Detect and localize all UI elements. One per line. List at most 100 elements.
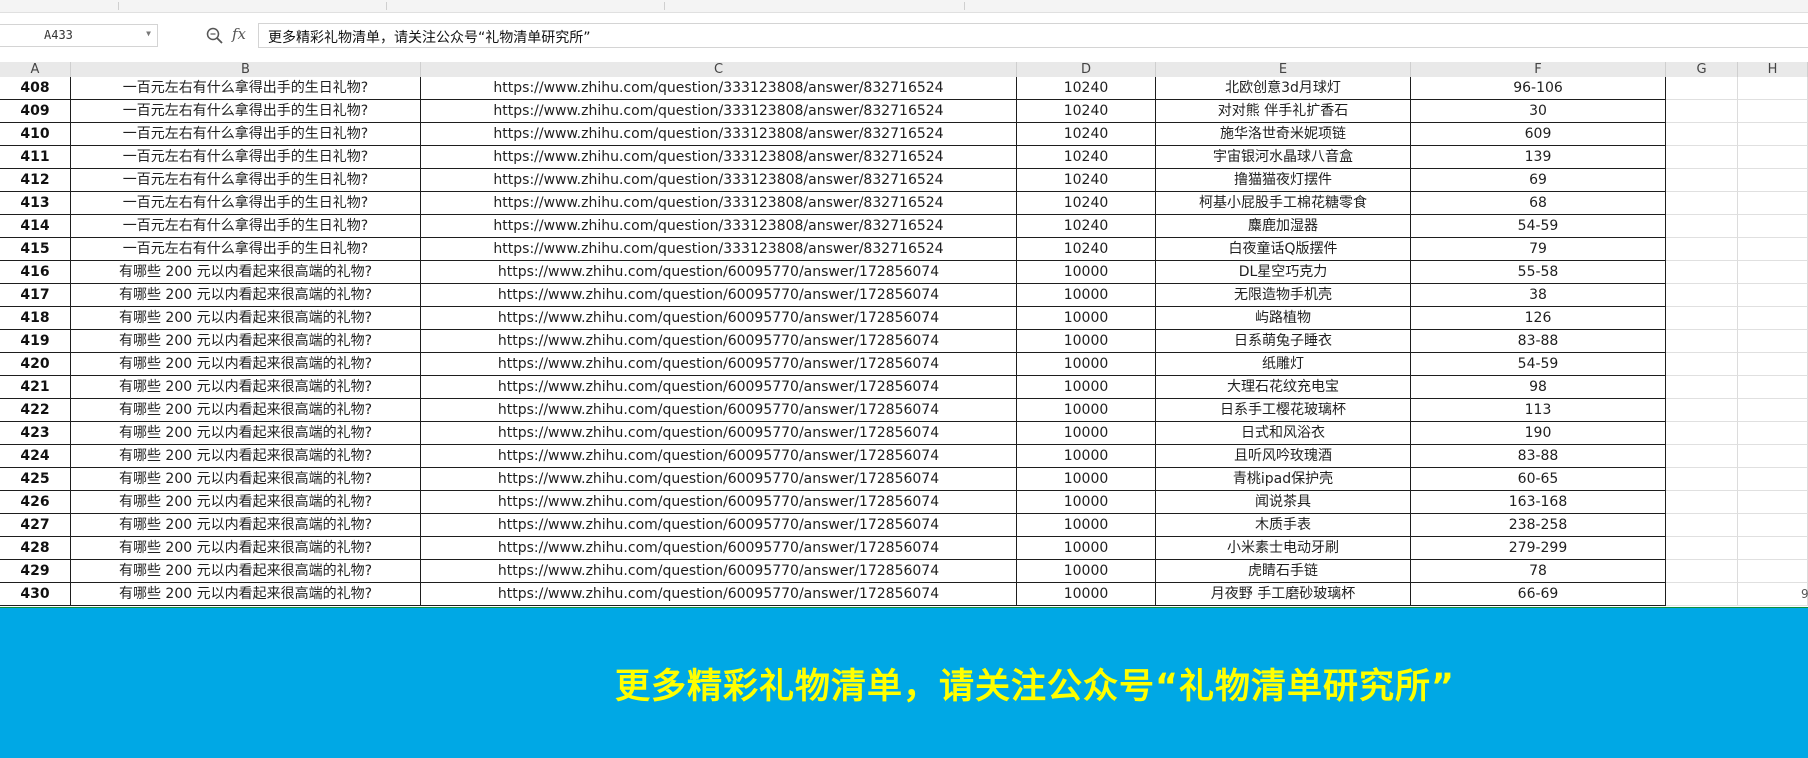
cell-likes[interactable]: 10000 (1017, 560, 1156, 583)
cell-question[interactable]: 一百元左右有什么拿得出手的生日礼物? (71, 146, 421, 169)
cell-num[interactable]: 421 (0, 376, 71, 399)
cell-price[interactable]: 38 (1411, 284, 1666, 307)
cell-likes[interactable]: 10000 (1017, 284, 1156, 307)
cell-empty[interactable] (1738, 284, 1808, 307)
cell-num[interactable]: 425 (0, 468, 71, 491)
cell-question[interactable]: 有哪些 200 元以内看起来很高端的礼物? (71, 514, 421, 537)
cell-gift[interactable]: 小米素士电动牙刷 (1156, 537, 1411, 560)
column-header-a[interactable]: A (0, 62, 71, 77)
formula-input[interactable]: 更多精彩礼物清单，请关注公众号“礼物清单研究所” (258, 23, 1808, 48)
column-header-b[interactable]: B (71, 62, 421, 77)
cell-question[interactable]: 有哪些 200 元以内看起来很高端的礼物? (71, 422, 421, 445)
cell-empty[interactable] (1666, 514, 1738, 537)
cell-num[interactable]: 415 (0, 238, 71, 261)
cell-gift[interactable]: 闻说茶具 (1156, 491, 1411, 514)
cell-empty[interactable] (1666, 422, 1738, 445)
cell-question[interactable]: 有哪些 200 元以内看起来很高端的礼物? (71, 445, 421, 468)
cell-price[interactable]: 78 (1411, 560, 1666, 583)
cell-gift[interactable]: DL星空巧克力 (1156, 261, 1411, 284)
cell-question[interactable]: 有哪些 200 元以内看起来很高端的礼物? (71, 330, 421, 353)
cell-url[interactable]: https://www.zhihu.com/question/60095770/… (421, 399, 1017, 422)
cell-url[interactable]: https://www.zhihu.com/question/333123808… (421, 77, 1017, 100)
cell-price[interactable]: 60-65 (1411, 468, 1666, 491)
cell-price[interactable]: 126 (1411, 307, 1666, 330)
cell-url[interactable]: https://www.zhihu.com/question/60095770/… (421, 537, 1017, 560)
cell-question[interactable]: 有哪些 200 元以内看起来很高端的礼物? (71, 491, 421, 514)
cell-empty[interactable] (1666, 468, 1738, 491)
cell-num[interactable]: 414 (0, 215, 71, 238)
chevron-down-icon[interactable]: ▼ (146, 29, 151, 38)
cell-question[interactable]: 一百元左右有什么拿得出手的生日礼物? (71, 215, 421, 238)
cell-price[interactable]: 190 (1411, 422, 1666, 445)
cell-gift[interactable]: 月夜野 手工磨砂玻璃杯 (1156, 583, 1411, 606)
cell-gift[interactable]: 柯基小屁股手工棉花糖零食 (1156, 192, 1411, 215)
cell-price[interactable]: 55-58 (1411, 261, 1666, 284)
cell-num[interactable]: 420 (0, 353, 71, 376)
cell-num[interactable]: 430 (0, 583, 71, 606)
cell-num[interactable]: 413 (0, 192, 71, 215)
cell-num[interactable]: 422 (0, 399, 71, 422)
cell-price[interactable]: 139 (1411, 146, 1666, 169)
cell-num[interactable]: 416 (0, 261, 71, 284)
cell-question[interactable]: 有哪些 200 元以内看起来很高端的礼物? (71, 560, 421, 583)
cell-price[interactable]: 68 (1411, 192, 1666, 215)
cell-question[interactable]: 一百元左右有什么拿得出手的生日礼物? (71, 100, 421, 123)
cell-empty[interactable] (1738, 169, 1808, 192)
cell-question[interactable]: 有哪些 200 元以内看起来很高端的礼物? (71, 261, 421, 284)
cell-url[interactable]: https://www.zhihu.com/question/60095770/… (421, 583, 1017, 606)
cell-likes[interactable]: 10000 (1017, 399, 1156, 422)
cell-empty[interactable] (1738, 146, 1808, 169)
cell-empty[interactable] (1666, 123, 1738, 146)
cell-likes[interactable]: 10000 (1017, 445, 1156, 468)
cell-gift[interactable]: 白夜童话Q版摆件 (1156, 238, 1411, 261)
cell-url[interactable]: https://www.zhihu.com/question/60095770/… (421, 284, 1017, 307)
cell-empty[interactable] (1666, 215, 1738, 238)
cell-gift[interactable]: 施华洛世奇米妮项链 (1156, 123, 1411, 146)
cell-gift[interactable]: 无限造物手机壳 (1156, 284, 1411, 307)
cell-price[interactable]: 238-258 (1411, 514, 1666, 537)
cell-price[interactable]: 30 (1411, 100, 1666, 123)
column-header-h[interactable]: H (1738, 62, 1808, 77)
cell-empty[interactable] (1738, 238, 1808, 261)
cell-gift[interactable]: 撸猫猫夜灯摆件 (1156, 169, 1411, 192)
cell-num[interactable]: 408 (0, 77, 71, 100)
cell-empty[interactable] (1738, 491, 1808, 514)
cell-empty[interactable] (1738, 468, 1808, 491)
cell-empty[interactable] (1666, 169, 1738, 192)
cell-empty[interactable] (1738, 399, 1808, 422)
cell-empty[interactable] (1666, 77, 1738, 100)
cell-url[interactable]: https://www.zhihu.com/question/60095770/… (421, 560, 1017, 583)
cell-likes[interactable]: 10000 (1017, 330, 1156, 353)
cell-likes[interactable]: 10000 (1017, 468, 1156, 491)
cell-url[interactable]: https://www.zhihu.com/question/60095770/… (421, 307, 1017, 330)
cell-num[interactable]: 426 (0, 491, 71, 514)
cell-gift[interactable]: 屿路植物 (1156, 307, 1411, 330)
cell-gift[interactable]: 且听风吟玫瑰酒 (1156, 445, 1411, 468)
cell-url[interactable]: https://www.zhihu.com/question/333123808… (421, 192, 1017, 215)
cell-likes[interactable]: 10000 (1017, 353, 1156, 376)
cell-likes[interactable]: 10000 (1017, 261, 1156, 284)
cell-empty[interactable] (1666, 261, 1738, 284)
cell-empty[interactable] (1738, 445, 1808, 468)
cell-url[interactable]: https://www.zhihu.com/question/333123808… (421, 169, 1017, 192)
cell-url[interactable]: https://www.zhihu.com/question/333123808… (421, 238, 1017, 261)
cell-url[interactable]: https://www.zhihu.com/question/60095770/… (421, 376, 1017, 399)
cell-url[interactable]: https://www.zhihu.com/question/60095770/… (421, 491, 1017, 514)
cell-url[interactable]: https://www.zhihu.com/question/60095770/… (421, 330, 1017, 353)
cell-num[interactable]: 427 (0, 514, 71, 537)
cell-likes[interactable]: 10240 (1017, 238, 1156, 261)
cell-question[interactable]: 有哪些 200 元以内看起来很高端的礼物? (71, 583, 421, 606)
cell-empty[interactable] (1666, 353, 1738, 376)
column-header-d[interactable]: D (1017, 62, 1156, 77)
cell-gift[interactable]: 木质手表 (1156, 514, 1411, 537)
cell-empty[interactable] (1666, 330, 1738, 353)
cell-price[interactable]: 98 (1411, 376, 1666, 399)
cell-price[interactable]: 163-168 (1411, 491, 1666, 514)
cell-num[interactable]: 428 (0, 537, 71, 560)
cell-empty[interactable] (1666, 445, 1738, 468)
cell-empty[interactable] (1666, 560, 1738, 583)
cell-price[interactable]: 83-88 (1411, 445, 1666, 468)
cell-question[interactable]: 有哪些 200 元以内看起来很高端的礼物? (71, 376, 421, 399)
cell-num[interactable]: 411 (0, 146, 71, 169)
cell-likes[interactable]: 10000 (1017, 422, 1156, 445)
